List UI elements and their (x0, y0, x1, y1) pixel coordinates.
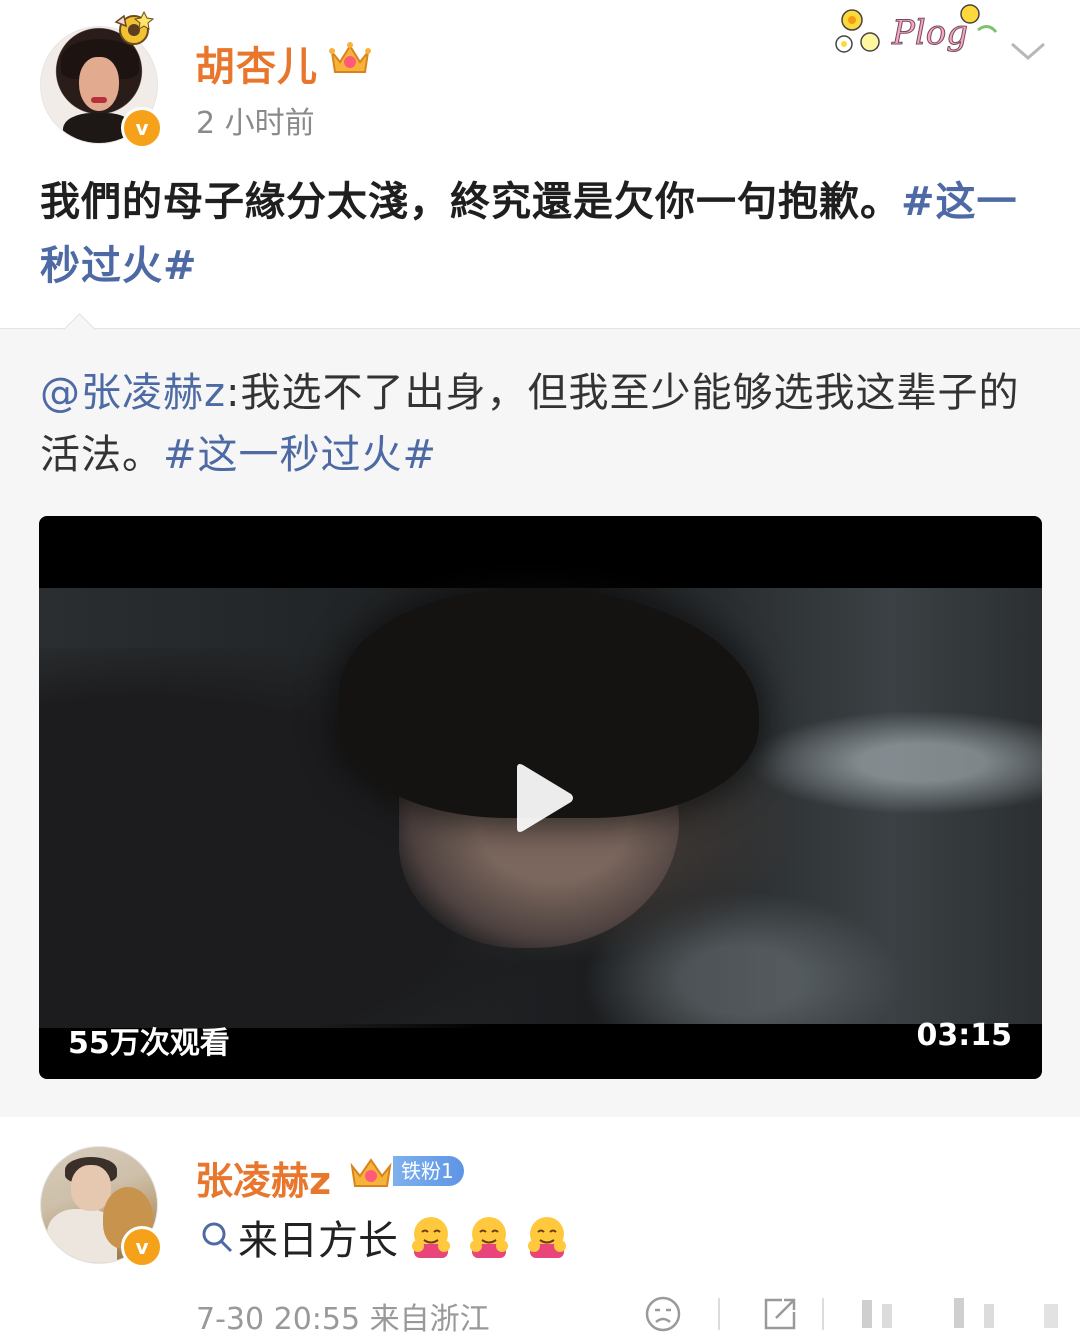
video-card[interactable]: 55万次观看 03:15 (39, 516, 1042, 1079)
share-icon[interactable] (760, 1294, 800, 1334)
comment-body: 来日方长 (238, 1218, 398, 1264)
hug-emoji-icon (470, 1217, 508, 1258)
fan-level-badge[interactable]: 铁粉1 (393, 1156, 464, 1186)
sad-face-icon[interactable] (643, 1294, 683, 1334)
crown-badge-icon[interactable] (328, 38, 372, 78)
video-view-count: 55万次观看 (68, 1026, 230, 1061)
like-icon[interactable] (858, 1294, 1068, 1334)
verified-badge-icon: v (121, 1226, 163, 1268)
plog-sticker-icon: Plog (835, 4, 998, 54)
hug-emoji-icon (528, 1217, 566, 1258)
search-icon[interactable] (200, 1220, 234, 1254)
post-timestamp: 2 小时前 (196, 106, 315, 141)
play-icon[interactable] (511, 762, 575, 834)
commenter-name[interactable]: 张凌赫z (195, 1150, 331, 1205)
repost-mention[interactable]: @张凌赫z (40, 370, 226, 416)
author-name[interactable]: 胡杏儿 (195, 34, 318, 92)
avatar-decoration-icon (114, 10, 154, 45)
hug-emoji-icon (412, 1217, 450, 1258)
post-text: 我們的母子緣分太淺，終究還是欠你一句抱歉。#这一秒过火# (40, 170, 1040, 298)
repost-text: @张凌赫z:我选不了出身，但我至少能够选我这辈子的活法。#这一秒过火# (40, 362, 1040, 486)
action-divider (718, 1298, 720, 1330)
chevron-down-icon[interactable] (1008, 36, 1048, 66)
comment-meta: 7-30 20:55 来自浙江 (196, 1302, 490, 1337)
video-duration: 03:15 (916, 1018, 1013, 1053)
repost-hashtag[interactable]: #这一秒过火# (163, 432, 437, 478)
crown-badge-icon (350, 1158, 392, 1187)
action-divider (822, 1298, 824, 1330)
plog-sticker-text: Plog (891, 13, 968, 53)
verified-badge-icon: v (121, 107, 163, 149)
post-text-body: 我們的母子緣分太淺，終究還是欠你一句抱歉。 (40, 179, 901, 225)
avatar-lips (91, 97, 107, 103)
comment-text: 来日方长 (200, 1208, 572, 1266)
